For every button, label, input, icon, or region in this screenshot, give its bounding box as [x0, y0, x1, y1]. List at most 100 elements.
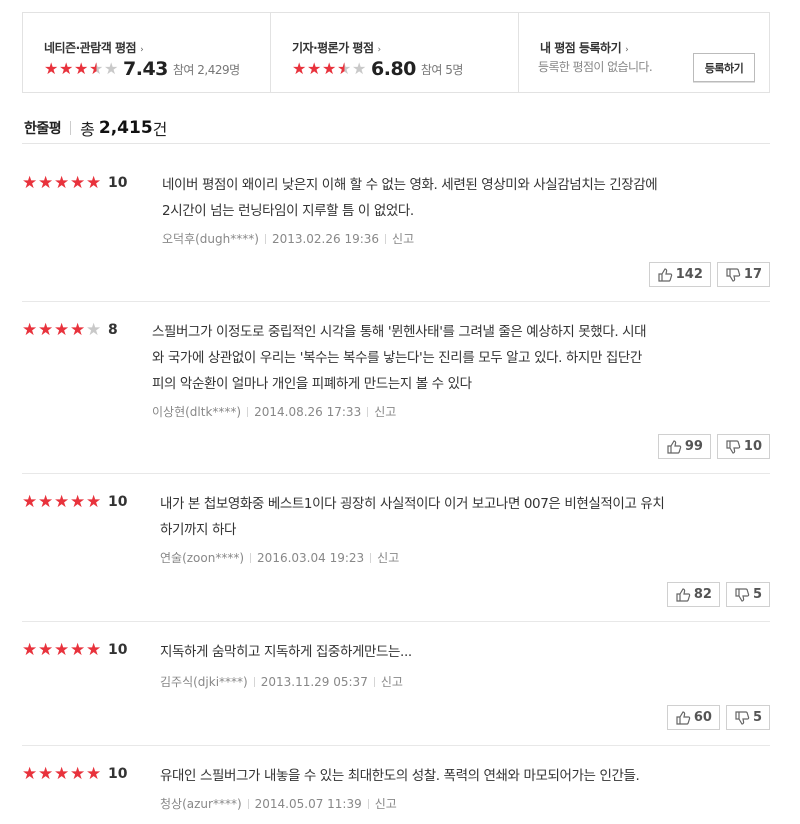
- review-date: 2014.08.26 17:33: [254, 404, 362, 419]
- review-text: 스필버그가 이정도로 중립적인 시각을 통해 '뮌헨사태'를 그려낼 줄은 예상…: [152, 324, 647, 392]
- review-author[interactable]: 오덕후(dugh****): [162, 230, 259, 247]
- star-icon: ★: [54, 763, 69, 784]
- report-link[interactable]: 신고: [377, 549, 399, 566]
- star-icon: ★: [86, 639, 101, 660]
- critic-score: 6.80: [371, 58, 416, 80]
- review-date: 2013.11.29 05:37: [260, 674, 368, 689]
- star-icon: ★: [86, 491, 101, 512]
- review-stars: ★ ★ ★ ★ ★: [22, 763, 102, 784]
- review-date: 2014.05.07 11:39: [254, 796, 362, 811]
- dislike-button[interactable]: 17: [716, 262, 770, 287]
- dislike-button[interactable]: 5: [725, 582, 770, 607]
- star-icon: ★: [54, 172, 69, 193]
- report-link[interactable]: 신고: [381, 673, 403, 690]
- audience-rating-title[interactable]: 네티즌·관람객 평점 ›: [44, 39, 144, 56]
- star-icon: ★: [322, 59, 336, 78]
- review-score: 10: [108, 642, 128, 658]
- thumbs-up-icon: [676, 710, 691, 725]
- critic-rating-cell: 기자·평론가 평점 › ★ ★ ★ ★ ★ 6.80 참여 5명: [271, 13, 519, 92]
- total-count: 2,415: [98, 117, 153, 138]
- critic-rating-title[interactable]: 기자·평론가 평점 ›: [292, 39, 381, 56]
- review-score: 10: [108, 494, 128, 510]
- review-stars: ★ ★ ★ ★ ★: [22, 491, 102, 512]
- star-icon: ★: [70, 172, 85, 193]
- star-icon: ★: [54, 491, 69, 512]
- like-button[interactable]: 60: [666, 705, 720, 730]
- review-text: 네이버 평점이 왜이리 낮은지 이해 할 수 없는 영화. 세련된 영상미와 사…: [162, 177, 658, 219]
- my-rating-cell: 내 평점 등록하기 › 등록한 평점이 없습니다. 등록하기: [519, 13, 769, 92]
- star-icon: ★: [38, 319, 53, 340]
- total-prefix: 총: [80, 119, 95, 139]
- star-icon: ★: [22, 319, 37, 340]
- star-icon: ★: [38, 491, 53, 512]
- like-button[interactable]: 142: [648, 262, 711, 287]
- review-count-header: 한줄평 총 2,415 건: [22, 112, 770, 144]
- register-rating-button[interactable]: 등록하기: [693, 53, 755, 82]
- star-icon: ★: [38, 639, 53, 660]
- critic-stars: ★ ★ ★ ★ ★: [292, 61, 367, 77]
- review-meta: 연술(zoon****) 2016.03.04 19:23 신고: [160, 549, 399, 566]
- star-icon: ★: [307, 59, 321, 78]
- review-text: 지독하게 숨막히고 지독하게 집중하게만드는...: [160, 644, 412, 660]
- chevron-right-icon: ›: [625, 45, 629, 55]
- star-icon: ★: [54, 639, 69, 660]
- review-stars: ★ ★ ★ ★ ★: [22, 319, 102, 340]
- review-stars: ★ ★ ★ ★ ★: [22, 639, 102, 660]
- star-icon: ★: [292, 59, 306, 78]
- star-icon: ★: [38, 763, 53, 784]
- thumbs-down-icon: [726, 267, 741, 282]
- review-author[interactable]: 청상(azur****): [160, 795, 242, 812]
- star-icon: ★: [86, 172, 101, 193]
- star-icon: ★: [70, 491, 85, 512]
- star-icon: ★: [337, 59, 351, 78]
- thumbs-up-icon: [658, 267, 673, 282]
- star-icon: ★: [89, 59, 103, 78]
- review-meta: 김주식(djki****) 2013.11.29 05:37 신고: [160, 673, 403, 690]
- review-author[interactable]: 연술(zoon****): [160, 549, 244, 566]
- star-icon: ★: [86, 319, 101, 340]
- report-link[interactable]: 신고: [374, 403, 396, 420]
- like-button[interactable]: 99: [657, 434, 711, 459]
- audience-score: 7.43: [123, 58, 168, 80]
- review-meta: 이상현(dltk****) 2014.08.26 17:33 신고: [152, 403, 396, 420]
- review-score: 10: [108, 175, 128, 191]
- total-unit: 건: [152, 119, 168, 139]
- thumbs-down-icon: [735, 710, 750, 725]
- review-meta: 오덕후(dugh****) 2013.02.26 19:36 신고: [162, 230, 414, 247]
- review-date: 2013.02.26 19:36: [271, 231, 380, 246]
- star-icon: ★: [104, 59, 118, 78]
- critic-participants: 참여 5명: [420, 62, 464, 77]
- star-icon: ★: [352, 59, 366, 78]
- my-rating-title[interactable]: 내 평점 등록하기 ›: [540, 39, 629, 56]
- audience-stars: ★ ★ ★ ★ ★: [44, 61, 119, 77]
- report-link[interactable]: 신고: [392, 230, 414, 247]
- star-icon: ★: [54, 319, 69, 340]
- review-score: 8: [108, 322, 118, 338]
- no-rating-message: 등록한 평점이 없습니다.: [538, 60, 653, 74]
- review-score: 10: [108, 766, 128, 782]
- chevron-right-icon: ›: [377, 45, 382, 55]
- divider: [22, 301, 770, 302]
- audience-rating-cell: 네티즌·관람객 평점 › ★ ★ ★ ★ ★ 7.43 참여 2,429명: [23, 13, 271, 92]
- review-text: 내가 본 첩보영화중 베스트1이다 굉장히 사실적이다 이거 보고나면 007은…: [160, 496, 665, 538]
- star-icon: ★: [70, 763, 85, 784]
- audience-participants: 참여 2,429명: [172, 62, 240, 77]
- dislike-button[interactable]: 10: [716, 434, 770, 459]
- thumbs-down-icon: [735, 587, 750, 602]
- chevron-right-icon: ›: [140, 45, 144, 55]
- review-author[interactable]: 김주식(djki****): [160, 673, 248, 690]
- thumbs-down-icon: [726, 439, 741, 454]
- like-button[interactable]: 82: [666, 582, 720, 607]
- star-icon: ★: [22, 491, 37, 512]
- star-icon: ★: [74, 59, 88, 78]
- review-author[interactable]: 이상현(dltk****): [152, 403, 241, 420]
- star-icon: ★: [44, 59, 58, 78]
- dislike-button[interactable]: 5: [725, 705, 770, 730]
- report-link[interactable]: 신고: [375, 795, 397, 812]
- review-meta: 청상(azur****) 2014.05.07 11:39 신고: [160, 795, 397, 812]
- section-title: 한줄평: [24, 120, 62, 137]
- divider: [22, 473, 770, 474]
- star-icon: ★: [70, 639, 85, 660]
- thumbs-up-icon: [676, 587, 691, 602]
- thumbs-up-icon: [667, 439, 682, 454]
